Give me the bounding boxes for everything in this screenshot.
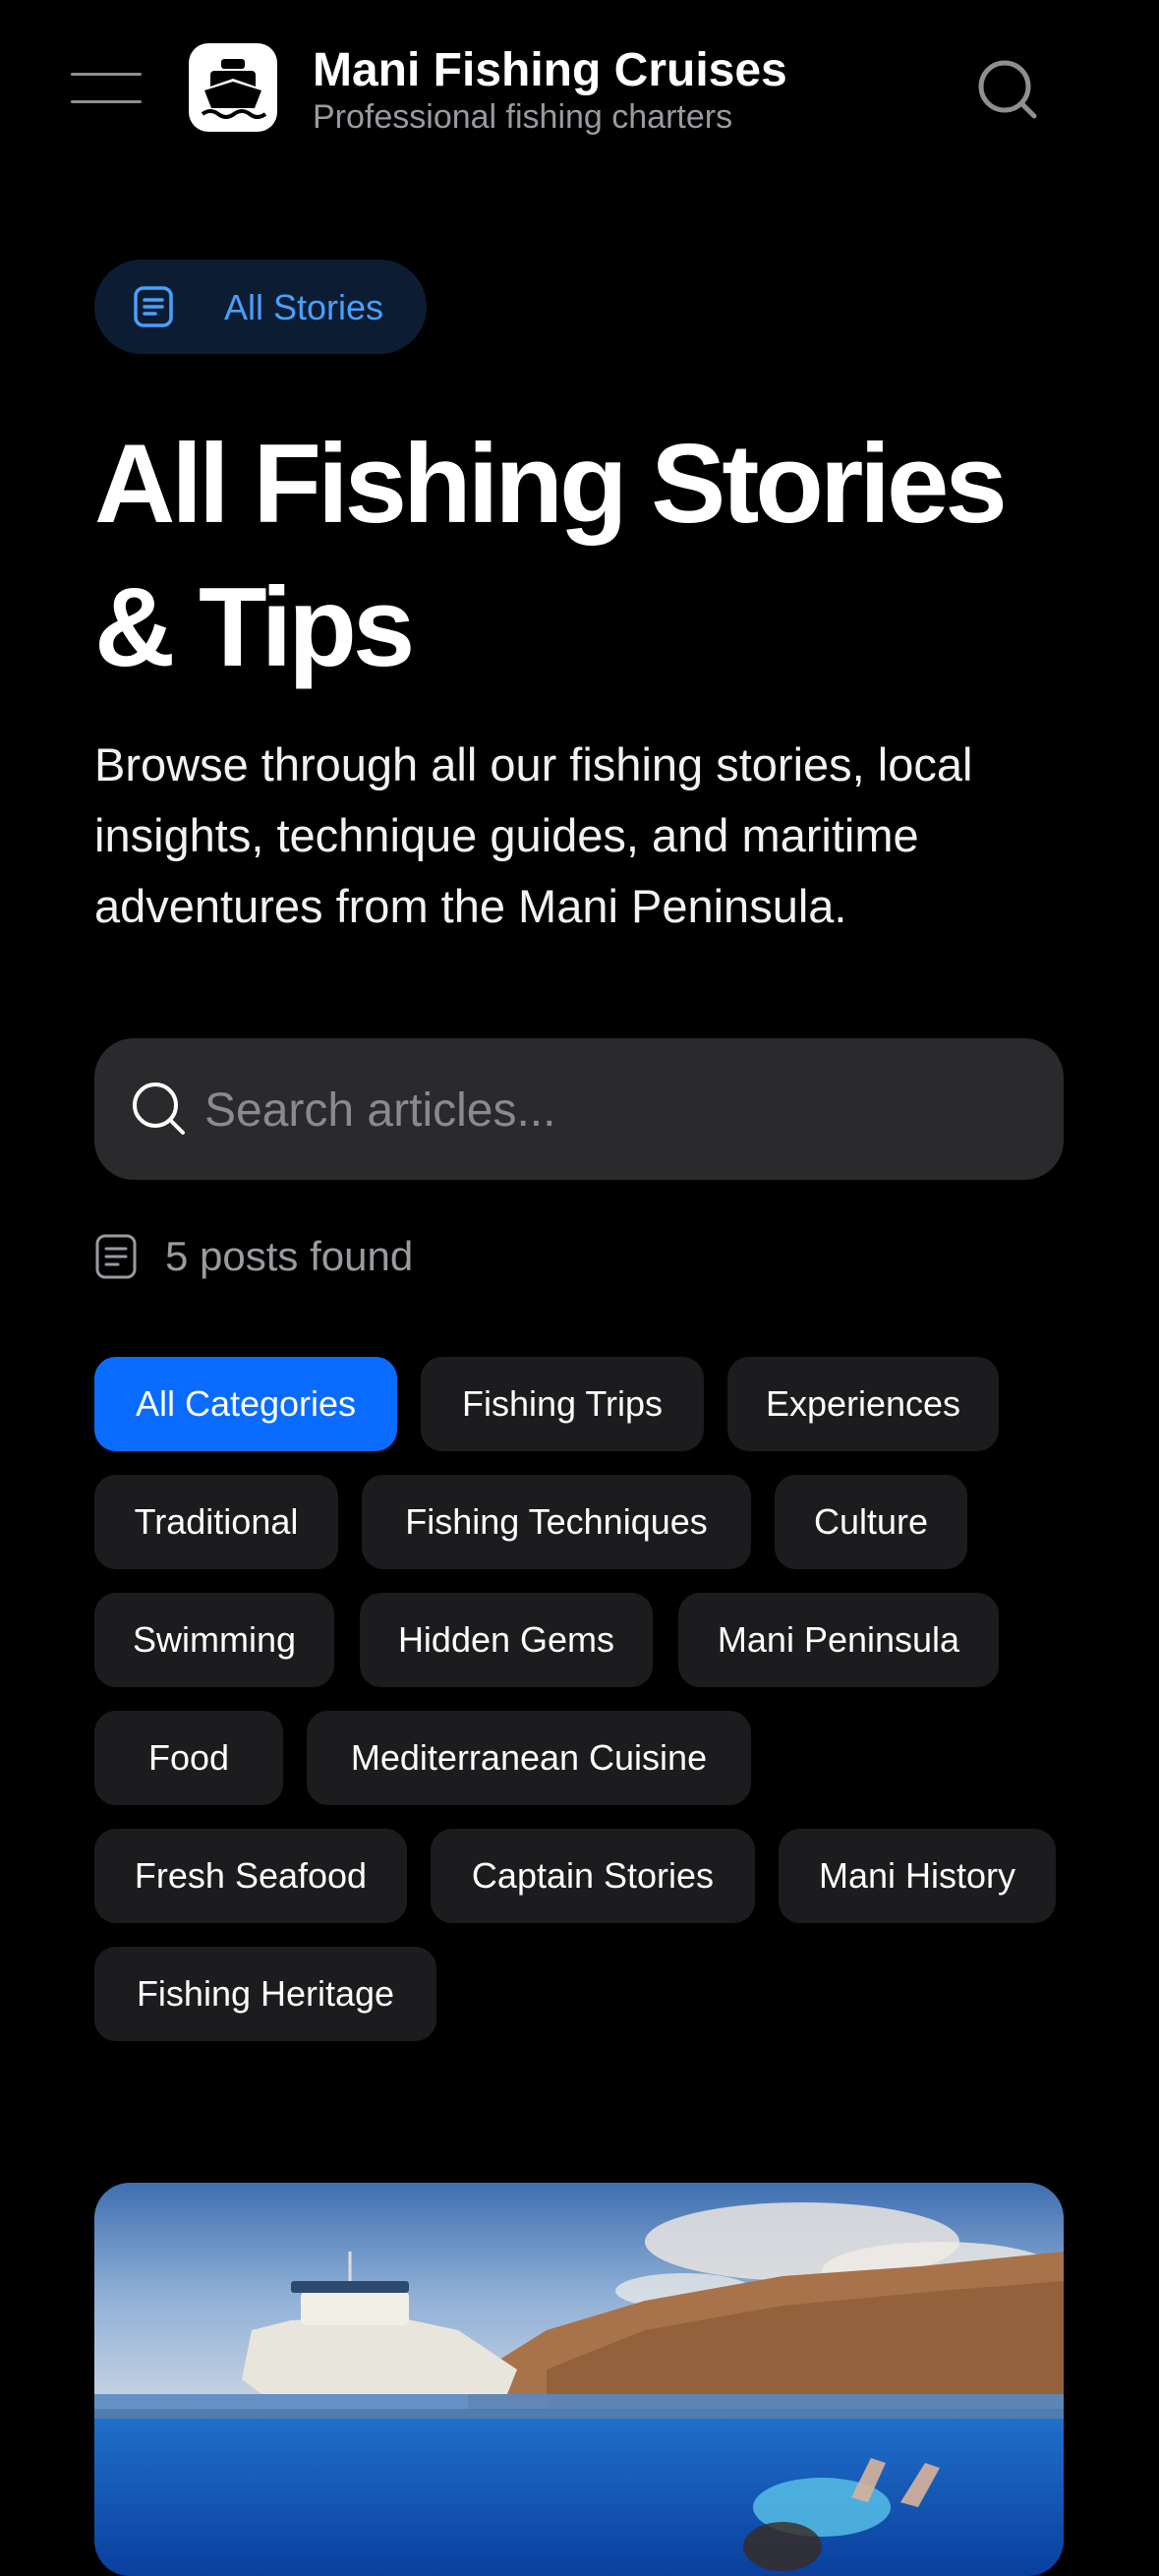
badge-label: All Stories — [224, 287, 384, 327]
hamburger-icon[interactable] — [71, 65, 142, 108]
category-chip[interactable]: Mani Peninsula — [678, 1593, 999, 1687]
category-chip[interactable]: Mediterranean Cuisine — [307, 1711, 751, 1805]
page-intro: Browse through all our fishing stories, … — [94, 738, 973, 932]
category-chip[interactable]: All Categories — [94, 1357, 397, 1451]
category-chip[interactable]: Culture — [775, 1475, 967, 1569]
results-count-label: 5 posts found — [165, 1233, 414, 1279]
all-stories-badge: All Stories — [94, 260, 427, 354]
brand-title[interactable]: Mani Fishing Cruises — [313, 43, 787, 97]
category-chip[interactable]: Experiences — [727, 1357, 999, 1451]
search-icon — [133, 1083, 185, 1135]
category-chip[interactable]: Captain Stories — [431, 1829, 755, 1923]
category-chip[interactable]: Fishing Trips — [421, 1357, 704, 1451]
boat-icon[interactable] — [189, 43, 277, 132]
article-image — [94, 2183, 1064, 2576]
category-chip[interactable]: Fresh Seafood — [94, 1829, 407, 1923]
category-chip[interactable]: Fishing Techniques — [362, 1475, 751, 1569]
brand-subtitle: Professional fishing charters — [313, 98, 733, 136]
search-input[interactable] — [203, 1074, 1032, 1146]
article-card[interactable] — [94, 2183, 1064, 2576]
category-chip[interactable]: Swimming — [94, 1593, 334, 1687]
app-header: Mani Fishing Cruises Professional fishin… — [0, 0, 1159, 177]
document-icon — [134, 286, 173, 327]
search-icon[interactable] — [973, 55, 1040, 122]
category-chip[interactable]: Food — [94, 1711, 283, 1805]
category-chip[interactable]: Fishing Heritage — [94, 1947, 436, 2041]
category-chip[interactable]: Mani History — [779, 1829, 1056, 1923]
page-title: All Fishing Stories & Tips — [94, 422, 1008, 690]
search-bar[interactable] — [94, 1038, 1064, 1180]
document-icon — [95, 1234, 137, 1279]
category-chip[interactable]: Traditional — [94, 1475, 338, 1569]
category-chip[interactable]: Hidden Gems — [360, 1593, 653, 1687]
